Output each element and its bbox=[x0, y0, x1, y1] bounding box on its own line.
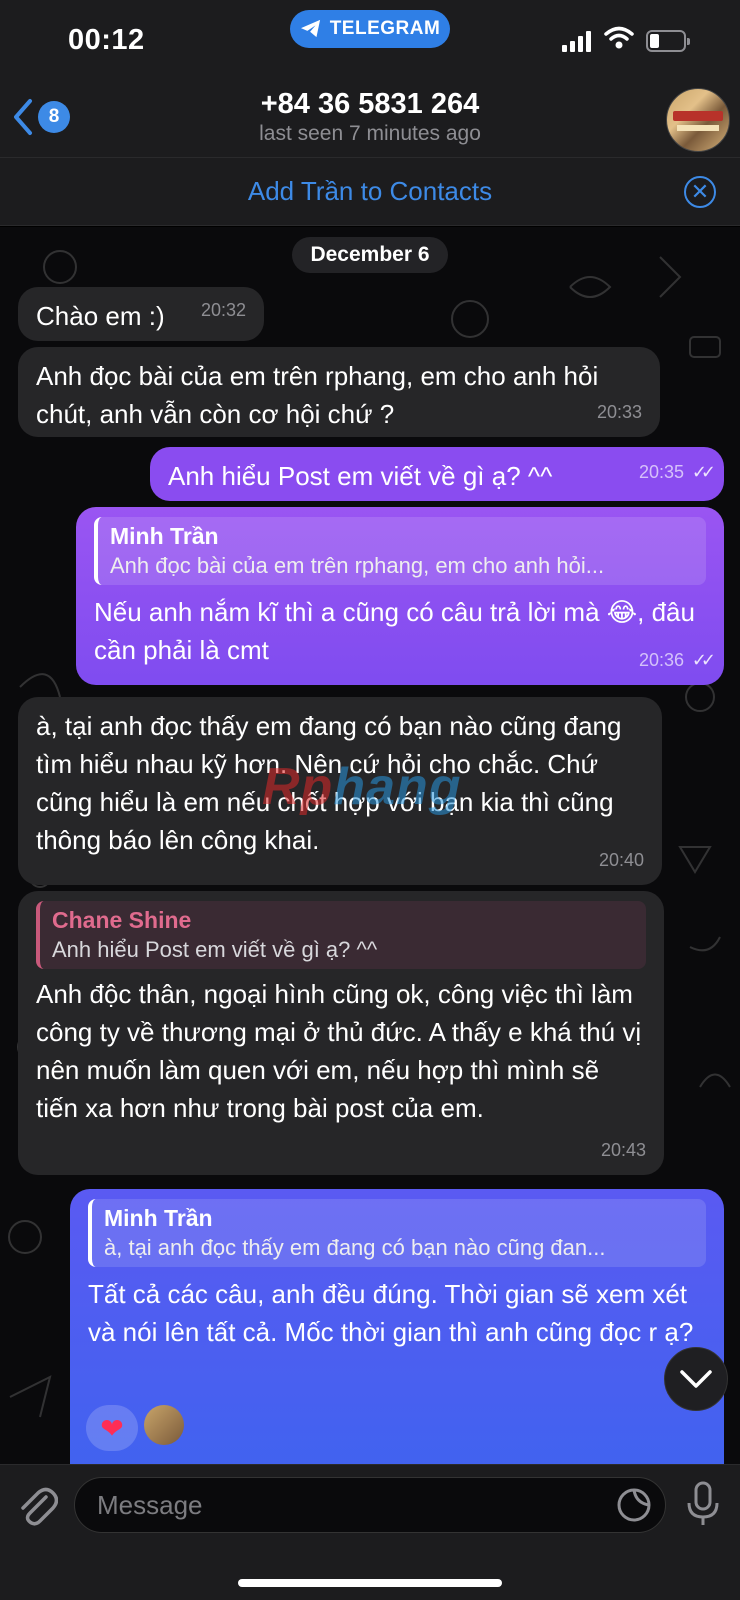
add-to-contacts-link[interactable]: Add Trần to Contacts bbox=[0, 176, 740, 207]
date-separator: December 6 bbox=[292, 237, 448, 273]
message-composer bbox=[0, 1464, 740, 1600]
outgoing-message[interactable]: Anh hiểu Post em viết về gì ạ? ^^ 20:35 … bbox=[150, 447, 724, 501]
reply-author: Minh Trần bbox=[110, 523, 219, 549]
message-input[interactable] bbox=[74, 1477, 666, 1533]
message-text: Chào em :) bbox=[36, 301, 165, 331]
telegram-icon bbox=[300, 19, 320, 38]
microphone-icon[interactable] bbox=[686, 1481, 720, 1527]
scroll-to-bottom-button[interactable] bbox=[664, 1347, 728, 1411]
message-time: 20:32 bbox=[200, 300, 246, 320]
message-reactions[interactable]: ❤ bbox=[86, 1405, 184, 1451]
message-text: Anh hiểu Post em viết về gì ạ? ^^ bbox=[168, 461, 553, 491]
heart-reaction[interactable]: ❤ bbox=[86, 1405, 138, 1451]
reply-text: Anh đọc bài của em trên rphang, em cho a… bbox=[110, 553, 605, 578]
reply-author: Minh Trần bbox=[104, 1205, 213, 1231]
contact-avatar[interactable] bbox=[666, 88, 730, 152]
message-time: 20:40 bbox=[598, 850, 644, 870]
message-time: 20:36 bbox=[638, 650, 684, 670]
reply-text: Anh hiểu Post em viết về gì ạ? ^^ bbox=[52, 937, 378, 962]
message-text: Tất cả các câu, anh đều đúng. Thời gian … bbox=[88, 1279, 695, 1347]
watermark: Rphang bbox=[262, 758, 462, 816]
message-text: Nếu anh nắm kĩ thì a cũng có câu trả lời… bbox=[94, 597, 703, 665]
message-text: Anh đọc bài của em trên rphang, em cho a… bbox=[36, 361, 606, 429]
sticker-icon[interactable] bbox=[616, 1487, 652, 1523]
paperclip-icon[interactable] bbox=[16, 1483, 58, 1527]
reply-preview[interactable]: Chane Shine Anh hiểu Post em viết về gì … bbox=[36, 901, 646, 969]
message-text: Anh độc thân, ngoại hình cũng ok, công v… bbox=[36, 979, 649, 1123]
heart-icon: ❤ bbox=[100, 1412, 124, 1444]
read-checkmarks-icon: ✓✓ bbox=[691, 650, 716, 670]
chat-title[interactable]: +84 36 5831 264 bbox=[0, 88, 740, 121]
reply-author: Chane Shine bbox=[52, 907, 192, 933]
message-time: 20:43 bbox=[600, 1140, 646, 1160]
battery-icon bbox=[646, 30, 690, 52]
message-time: 20:33 bbox=[596, 402, 642, 422]
home-indicator bbox=[238, 1579, 502, 1587]
reply-text: à, tại anh đọc thấy em đang có bạn nào c… bbox=[104, 1235, 606, 1260]
telegram-pill[interactable]: TELEGRAM bbox=[290, 10, 450, 48]
reactor-avatar bbox=[144, 1405, 184, 1445]
close-icon[interactable]: ✕ bbox=[684, 176, 716, 208]
outgoing-message[interactable]: Minh Trần Anh đọc bài của em trên rphang… bbox=[76, 507, 724, 685]
message-time: 20:35 bbox=[638, 462, 684, 482]
reply-preview[interactable]: Minh Trần Anh đọc bài của em trên rphang… bbox=[94, 517, 706, 585]
incoming-message[interactable]: Chào em :) 20:32 bbox=[18, 287, 264, 341]
read-checkmarks-icon: ✓✓ bbox=[691, 462, 716, 482]
wifi-icon bbox=[604, 26, 634, 49]
status-bar: 00:12 TELEGRAM bbox=[0, 0, 740, 80]
clock: 00:12 bbox=[68, 24, 145, 56]
incoming-message[interactable]: Chane Shine Anh hiểu Post em viết về gì … bbox=[18, 891, 664, 1175]
reply-preview[interactable]: Minh Trần à, tại anh đọc thấy em đang có… bbox=[88, 1199, 706, 1267]
cellular-signal-icon bbox=[562, 30, 592, 52]
add-contact-bar: Add Trần to Contacts ✕ bbox=[0, 158, 740, 226]
chat-header: 8 +84 36 5831 264 last seen 7 minutes ag… bbox=[0, 80, 740, 158]
last-seen-status: last seen 7 minutes ago bbox=[259, 122, 481, 145]
incoming-message[interactable]: Anh đọc bài của em trên rphang, em cho a… bbox=[18, 347, 660, 437]
chat-area[interactable]: December 6 Chào em :) 20:32 Anh đọc bài … bbox=[0, 227, 740, 1464]
telegram-label: TELEGRAM bbox=[329, 18, 441, 39]
chevron-down-icon bbox=[680, 1370, 712, 1388]
